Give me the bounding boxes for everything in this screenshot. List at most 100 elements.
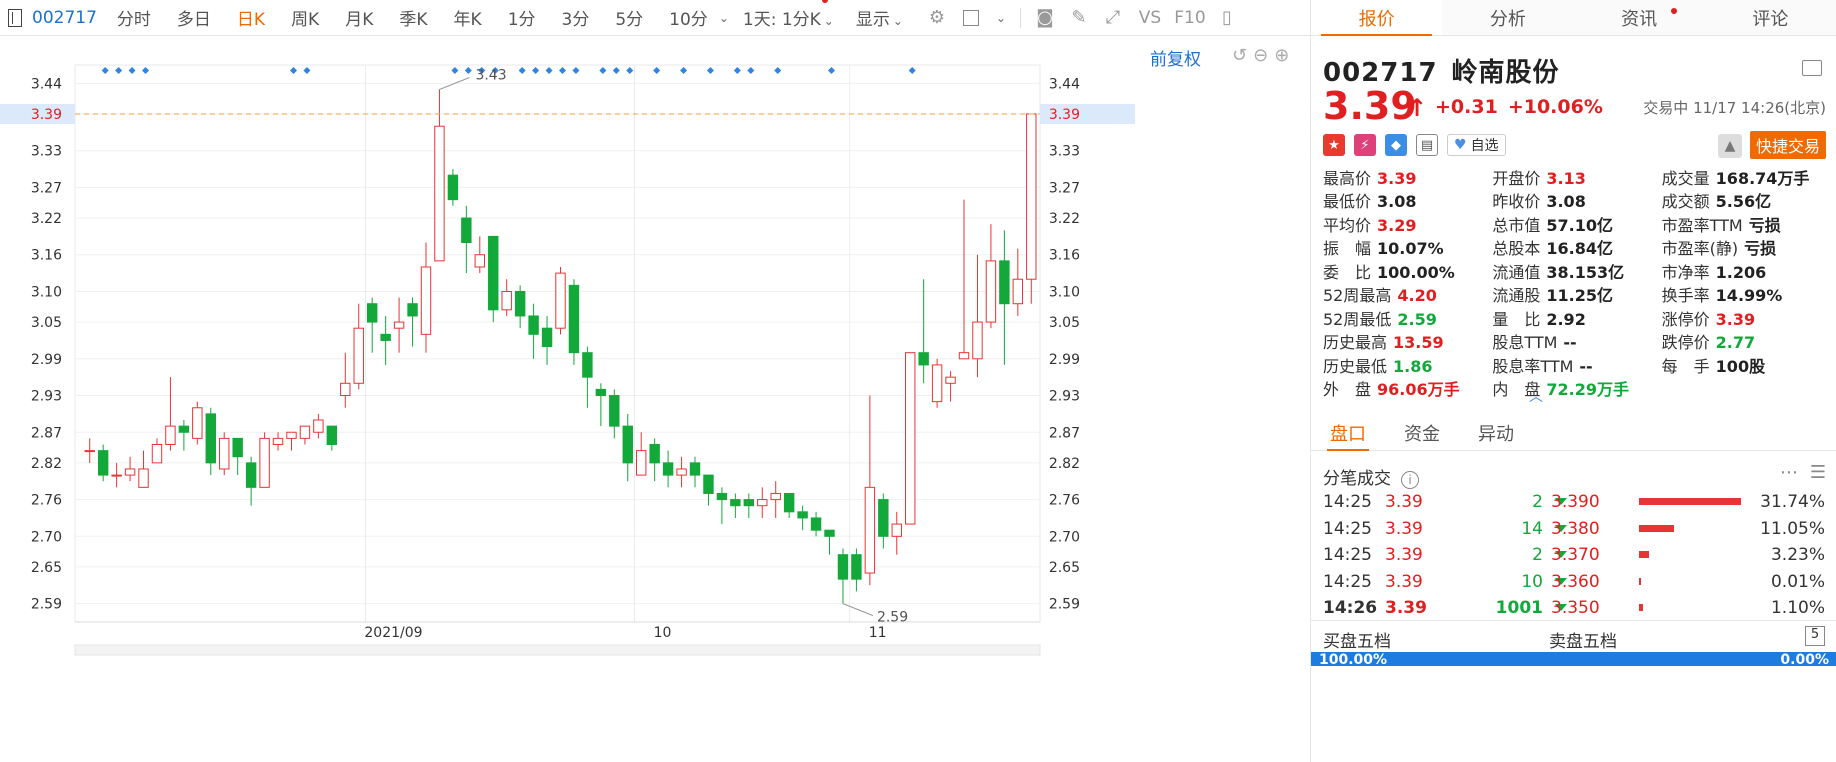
- china-flag-icon[interactable]: ★: [1323, 134, 1345, 156]
- quote-cell: 成交额 5.56亿: [1662, 188, 1831, 212]
- bell-icon[interactable]: ▲: [1718, 134, 1742, 158]
- pencil-icon[interactable]: ✎: [1067, 7, 1091, 29]
- tab-5min[interactable]: 5分: [615, 5, 643, 30]
- fullscreen-icon[interactable]: ⤢: [1101, 7, 1125, 29]
- sidebar-toggle-icon[interactable]: ▯: [1215, 7, 1239, 29]
- candle-body: [716, 492, 728, 501]
- panel-toggle-icon[interactable]: [8, 8, 22, 27]
- zoom-in-icon[interactable]: ⊕: [1274, 45, 1289, 66]
- quick-trade-button[interactable]: 快捷交易: [1749, 131, 1826, 159]
- quote-cell: 外 盘 96.06万手: [1323, 376, 1492, 400]
- tick-row: 14:25 3.39 2 3.370 3.23%: [1311, 541, 1836, 568]
- quote-value: --: [1563, 333, 1577, 353]
- candle-body: [918, 352, 929, 366]
- tab-baojia[interactable]: 报价: [1311, 0, 1443, 36]
- bid-ratio-bar: [1639, 577, 1641, 585]
- chevron-down-icon[interactable]: ⌄: [719, 11, 729, 25]
- compare-vs-icon[interactable]: VS: [1135, 7, 1165, 29]
- buy-pct: 100.00%: [1319, 652, 1388, 668]
- tab-yuek[interactable]: 月K: [345, 5, 373, 30]
- zoom-out-icon[interactable]: ⊖: [1253, 45, 1268, 66]
- candle-body: [891, 523, 902, 537]
- settings-icon[interactable]: ⚙: [925, 7, 949, 29]
- chevron-down-icon[interactable]: ⌄: [996, 11, 1006, 25]
- bid-ratio-pct: 1.10%: [1770, 598, 1825, 618]
- candle-body: [84, 450, 95, 453]
- candlestick-chart[interactable]: 3.44 3.44 3.39 3.39 3.33 3.33 3.27 3.27 3.22 3.22…: [0, 37, 1310, 762]
- candle-body: [1012, 278, 1024, 305]
- price-tag-icon[interactable]: ◆: [1385, 134, 1407, 156]
- camera-icon[interactable]: ◙: [1033, 7, 1057, 29]
- month-label: 10: [654, 625, 672, 641]
- tab-niank[interactable]: 年K: [454, 5, 482, 30]
- low-annotation-label: 2.59: [877, 610, 908, 626]
- reset-icon[interactable]: ↺: [1232, 45, 1247, 66]
- price-tick-left: 3.05: [31, 315, 62, 331]
- tab-zhouk[interactable]: 周K: [291, 5, 319, 30]
- sell-pct: 0.00%: [1780, 652, 1829, 668]
- quote-value: 3.08: [1377, 192, 1417, 212]
- quote-value: 14.99%: [1715, 286, 1783, 306]
- quote-label: 历史最低: [1323, 356, 1388, 376]
- f10-icon[interactable]: F10: [1174, 7, 1205, 29]
- tab-yidong[interactable]: 异动: [1459, 415, 1533, 450]
- stock-code-link[interactable]: 002717: [32, 8, 97, 28]
- candle-body: [837, 554, 849, 580]
- quote-cell: 每 手 100股: [1662, 353, 1831, 377]
- price-tick-left: 2.93: [31, 389, 62, 405]
- fuquan-toggle[interactable]: 前复权: [1150, 45, 1201, 70]
- menu-icon[interactable]: [1802, 60, 1822, 76]
- tab-rik[interactable]: 日K: [237, 5, 265, 30]
- tab-zixun[interactable]: 资讯: [1574, 0, 1705, 35]
- add-watchlist-button[interactable]: ♥ 自选: [1447, 134, 1506, 156]
- quote-cell: 历史最低 1.86: [1323, 353, 1492, 377]
- month-label: 2021/09: [364, 625, 422, 641]
- list-icon[interactable]: ☰: [1810, 462, 1826, 483]
- period-select[interactable]: 1天: 1分K ⌄: [743, 0, 834, 30]
- quote-label: 成交量: [1661, 168, 1710, 188]
- candle-body: [151, 443, 163, 464]
- color-picker-icon[interactable]: [959, 7, 983, 29]
- display-select[interactable]: 显示 ⌄: [856, 5, 903, 30]
- sell-five-label[interactable]: 卖盘五档: [1549, 627, 1617, 652]
- collapse-icon[interactable]: ︿: [1529, 386, 1543, 406]
- info-icon[interactable]: i: [1401, 471, 1419, 489]
- tab-fenshi[interactable]: 分时: [117, 5, 151, 30]
- quote-label: 振 幅: [1323, 239, 1372, 259]
- quote-cell: 市盈率(静) 亏损: [1662, 235, 1831, 259]
- quote-cell: 股息TTM --: [1492, 329, 1661, 353]
- candle-body: [595, 388, 607, 397]
- trade-status: 交易中 11/17 14:26(北京): [1643, 99, 1826, 117]
- quote-cell: 历史最高 13.59: [1323, 329, 1492, 353]
- quote-cell: 量 比 2.92: [1492, 306, 1661, 330]
- tab-1min[interactable]: 1分: [508, 5, 536, 30]
- buy-five-label[interactable]: 买盘五档: [1323, 627, 1391, 652]
- tab-fenxi[interactable]: 分析: [1442, 0, 1573, 35]
- current-price-label-right: 3.39: [1049, 107, 1080, 123]
- runner-icon[interactable]: ⚡: [1354, 134, 1376, 156]
- quote-row: 最低价 3.08 昨收价 3.08 成交额 5.56亿: [1323, 189, 1831, 213]
- tab-pankou[interactable]: 盘口: [1311, 415, 1385, 451]
- bid-ratio-pct: 0.01%: [1770, 571, 1825, 592]
- quote-label: 涨停价: [1661, 309, 1710, 329]
- tab-10min[interactable]: 10分: [669, 5, 708, 30]
- price-tick-left: 3.44: [31, 76, 62, 92]
- tab-pinglun[interactable]: 评论: [1705, 0, 1836, 35]
- quote-label: 总市值: [1492, 215, 1541, 235]
- tab-zijin[interactable]: 资金: [1385, 415, 1459, 450]
- watch-label: 自选: [1470, 138, 1499, 154]
- candle-body: [219, 437, 230, 470]
- tab-3min[interactable]: 3分: [562, 5, 590, 30]
- five-toggle-icon[interactable]: 5: [1805, 626, 1825, 646]
- event-marker-icon: [747, 67, 755, 74]
- tab-jik[interactable]: 季K: [399, 5, 427, 30]
- quote-label: 市净率: [1661, 262, 1710, 282]
- quote-value: 10.07%: [1377, 239, 1444, 259]
- kline-chart[interactable]: 3.44 3.44 3.39 3.39 3.33 3.33 3.27 3.27 3.22 3.22…: [0, 37, 1310, 762]
- event-marker-icon: [653, 67, 661, 74]
- tick-time: 14:25: [1323, 571, 1372, 592]
- candle-body: [124, 468, 136, 476]
- tab-duori[interactable]: 多日: [177, 5, 211, 30]
- notes-icon[interactable]: ▤: [1416, 134, 1438, 156]
- more-icon[interactable]: ⋯: [1780, 462, 1798, 483]
